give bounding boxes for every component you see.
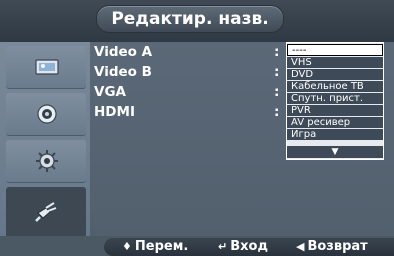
dropdown-option[interactable]: PVR [287,105,383,117]
source-colon: : [274,104,280,120]
source-label: Video B [94,64,152,80]
source-row-video-b[interactable]: Video B : [94,64,294,82]
help-bar: ♦ Перем. ↵ Вход ◀ Возврат [0,236,394,256]
help-pill: ♦ Перем. ↵ Вход ◀ Возврат [104,238,394,256]
sidebar-item-input[interactable] [6,187,86,238]
hint-return-label: Возврат [307,239,368,254]
source-colon: : [274,44,280,60]
hint-return: ◀ Возврат [296,238,368,256]
dropdown-option[interactable]: Кабельное ТВ [287,81,383,93]
tv-osd-screen: Редактир. назв. Video A: Video B: VGA … [0,0,394,256]
input-name-panel: Video A : Video B : VGA : HDMI : ---- VH… [90,42,394,240]
dropdown-option[interactable]: VHS [287,57,383,69]
hint-enter: ↵ Вход [218,238,268,256]
dropdown-option[interactable]: Спутн. прист. [287,93,383,105]
back-arrow-icon: ◀ [296,240,305,253]
input-plug-icon [35,202,57,222]
settings-gear-icon [36,150,58,172]
sound-icon [37,104,57,124]
title-pill: Редактир. назв. [96,5,284,33]
sidebar-item-picture[interactable] [6,46,86,89]
device-name-dropdown[interactable]: ---- VHS DVD Кабельное ТВ Спутн. прист. … [286,42,384,160]
dropdown-option[interactable]: DVD [287,69,383,81]
hint-enter-label: Вход [230,239,268,254]
dropdown-option[interactable]: AV ресивер [287,117,383,129]
sidebar-item-setup[interactable] [6,140,86,183]
source-label: VGA [94,84,126,100]
sidebar [0,42,90,240]
updown-arrow-icon: ♦ [122,240,132,253]
source-label: Video A [94,44,153,60]
scroll-down-icon[interactable]: ▼ [287,146,383,158]
picture-icon [35,59,59,75]
source-row-vga[interactable]: VGA : [94,84,294,102]
hint-move-label: Перем. [134,239,189,254]
title-bar: Редактир. назв. [0,0,394,42]
dropdown-option[interactable]: Игра [287,129,383,141]
hint-move: ♦ Перем. [122,238,188,256]
source-row-video-a[interactable]: Video A : [94,44,294,62]
dropdown-option-selected[interactable]: ---- [287,44,383,56]
source-colon: : [274,64,280,80]
source-row-hdmi[interactable]: HDMI : [94,104,294,122]
page-title: Редактир. назв. [111,9,269,29]
source-label: HDMI [94,104,135,120]
sidebar-item-sound[interactable] [6,93,86,136]
enter-icon: ↵ [218,240,228,253]
source-colon: : [274,84,280,100]
